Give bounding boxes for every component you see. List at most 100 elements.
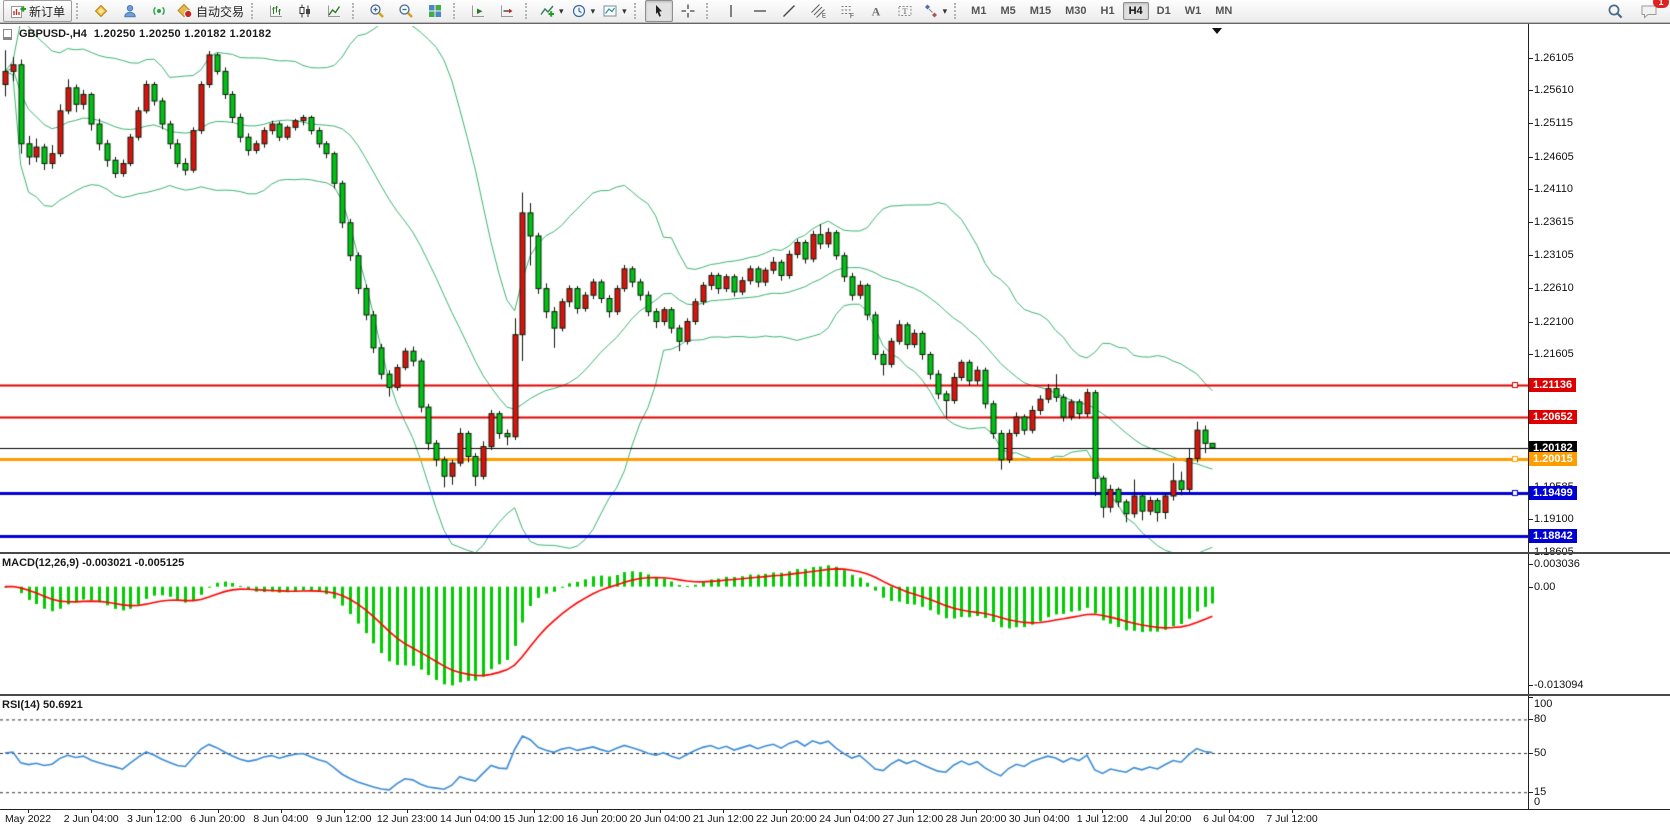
price-tick-label: 1.19100 <box>1534 513 1574 525</box>
signals-button[interactable] <box>145 0 173 22</box>
chart-shift-icon <box>499 3 515 19</box>
timeframe-group: M1M5M15M30H1H4D1W1MN <box>965 2 1238 20</box>
pane-separator-rsi[interactable] <box>0 694 1670 696</box>
zoom-in-button[interactable] <box>363 0 391 22</box>
time-axis-label: 3 Jun 12:00 <box>127 813 182 825</box>
new-order-button[interactable]: 新订单 <box>3 0 72 22</box>
arrows-button[interactable]: ▾ <box>920 0 951 22</box>
indicators-button[interactable]: ▾ <box>536 0 567 22</box>
timeframe-h1[interactable]: H1 <box>1095 2 1121 20</box>
chevron-down-icon: ▾ <box>591 6 596 17</box>
price-tick-label: 1.25115 <box>1534 117 1573 129</box>
time-axis-label: 1 Jul 12:00 <box>1077 813 1128 825</box>
svg-text:F: F <box>850 13 854 19</box>
new-order-label: 新订单 <box>29 3 65 20</box>
price-level-badge: 1.20652 <box>1529 410 1577 424</box>
crosshair-button[interactable] <box>674 0 702 22</box>
right-tools: 1 <box>1601 0 1667 22</box>
vertical-line-icon <box>723 3 739 19</box>
tile-windows-icon <box>427 3 443 19</box>
rsi-pane-canvas[interactable] <box>0 697 1528 809</box>
fibonacci-button[interactable]: F <box>833 0 861 22</box>
price-level-badge: 1.21136 <box>1529 378 1576 392</box>
timeframe-w1[interactable]: W1 <box>1179 2 1208 20</box>
toolbar-grip <box>706 3 713 19</box>
time-axis-label: 2 Jun 04:00 <box>64 813 119 825</box>
text-button[interactable]: A <box>862 0 890 22</box>
time-axis-label: 28 Jun 20:00 <box>946 813 1007 825</box>
toolbar-grip <box>453 3 460 19</box>
metaquotes-button[interactable] <box>87 0 115 22</box>
metaquotes-gem-icon <box>93 3 109 19</box>
trendline-button[interactable] <box>775 0 803 22</box>
timeframe-d1[interactable]: D1 <box>1151 2 1177 20</box>
chevron-down-icon: ▾ <box>559 6 564 17</box>
text-icon: A <box>868 3 884 19</box>
rsi-axis-label: 0 <box>1534 796 1540 808</box>
new-order-icon <box>10 3 26 19</box>
price-level-badge: 1.20015 <box>1529 452 1577 466</box>
toolbar-grip <box>634 3 641 19</box>
candlestick-chart-button[interactable] <box>291 0 319 22</box>
tile-windows-button[interactable] <box>421 0 449 22</box>
timeframe-m1[interactable]: M1 <box>965 2 992 20</box>
autotrading-button[interactable]: 自动交易 <box>174 0 247 22</box>
svg-text:A: A <box>871 5 880 19</box>
community-button[interactable] <box>116 0 144 22</box>
svg-text:T: T <box>902 6 908 16</box>
crosshair-icon <box>680 3 696 19</box>
chevron-down-icon: ▾ <box>943 6 948 17</box>
chart-shift-marker[interactable] <box>1212 28 1222 34</box>
cursor-button[interactable] <box>645 0 673 22</box>
macd-label: MACD(12,26,9) -0.003021 -0.005125 <box>2 557 184 569</box>
timeframe-m15[interactable]: M15 <box>1024 2 1057 20</box>
time-axis-label: 27 Jun 12:00 <box>882 813 943 825</box>
timeframe-m30[interactable]: M30 <box>1059 2 1092 20</box>
price-chart-canvas[interactable] <box>0 26 1528 552</box>
equidistant-channel-icon: E <box>810 3 826 19</box>
rsi-axis-label: 100 <box>1534 698 1552 710</box>
auto-scroll-button[interactable] <box>464 0 492 22</box>
templates-button[interactable]: ▾ <box>599 0 630 22</box>
macd-pane-canvas[interactable] <box>0 555 1528 694</box>
periods-button[interactable]: ▾ <box>568 0 599 22</box>
time-axis-border <box>0 809 1670 810</box>
indicators-icon <box>539 3 555 19</box>
vertical-line-button[interactable] <box>717 0 745 22</box>
price-tick-label: 1.23615 <box>1534 216 1574 228</box>
line-chart-button[interactable] <box>320 0 348 22</box>
ohlc-readout: 1.20250 1.20250 1.20182 1.20182 <box>94 28 272 40</box>
price-tick-label: 1.24605 <box>1534 151 1574 163</box>
toolbar-grip <box>525 3 532 19</box>
time-axis-label: 24 Jun 04:00 <box>819 813 880 825</box>
chart-shift-button[interactable] <box>493 0 521 22</box>
toolbar-grip <box>76 3 83 19</box>
timeframe-h4[interactable]: H4 <box>1123 2 1149 20</box>
timeframe-mn[interactable]: MN <box>1209 2 1238 20</box>
toolbar-grip <box>954 3 961 19</box>
symbol-title: GBPUSD-,H4 <box>19 28 87 40</box>
symbol-info-line: GBPUSD-,H4 1.20250 1.20250 1.20182 1.201… <box>3 28 271 40</box>
templates-icon <box>602 3 618 19</box>
time-axis-label: 8 Jun 04:00 <box>253 813 308 825</box>
time-axis-label: 9 Jun 12:00 <box>317 813 372 825</box>
timeframe-m5[interactable]: M5 <box>994 2 1021 20</box>
zoom-out-icon <box>398 3 414 19</box>
chart-window: GBPUSD-,H4 1.20250 1.20250 1.20182 1.201… <box>0 23 1670 829</box>
horizontal-line-icon <box>752 3 768 19</box>
autotrading-icon <box>177 3 193 19</box>
time-axis-label: 12 Jun 23:00 <box>377 813 438 825</box>
search-button[interactable] <box>1601 0 1629 22</box>
candlestick-chart-icon <box>297 3 313 19</box>
horizontal-line-button[interactable] <box>746 0 774 22</box>
pane-separator-macd[interactable] <box>0 552 1670 554</box>
equidistant-channel-button[interactable]: E <box>804 0 832 22</box>
text-label-icon: T <box>897 3 913 19</box>
macd-axis-label: 0.00 <box>1534 581 1555 593</box>
bar-chart-button[interactable] <box>262 0 290 22</box>
text-label-button[interactable]: T <box>891 0 919 22</box>
chart-mini-icon <box>3 29 12 40</box>
price-tick-label: 1.26105 <box>1534 52 1574 64</box>
zoom-out-button[interactable] <box>392 0 420 22</box>
notifications-button[interactable]: 1 <box>1635 0 1663 22</box>
